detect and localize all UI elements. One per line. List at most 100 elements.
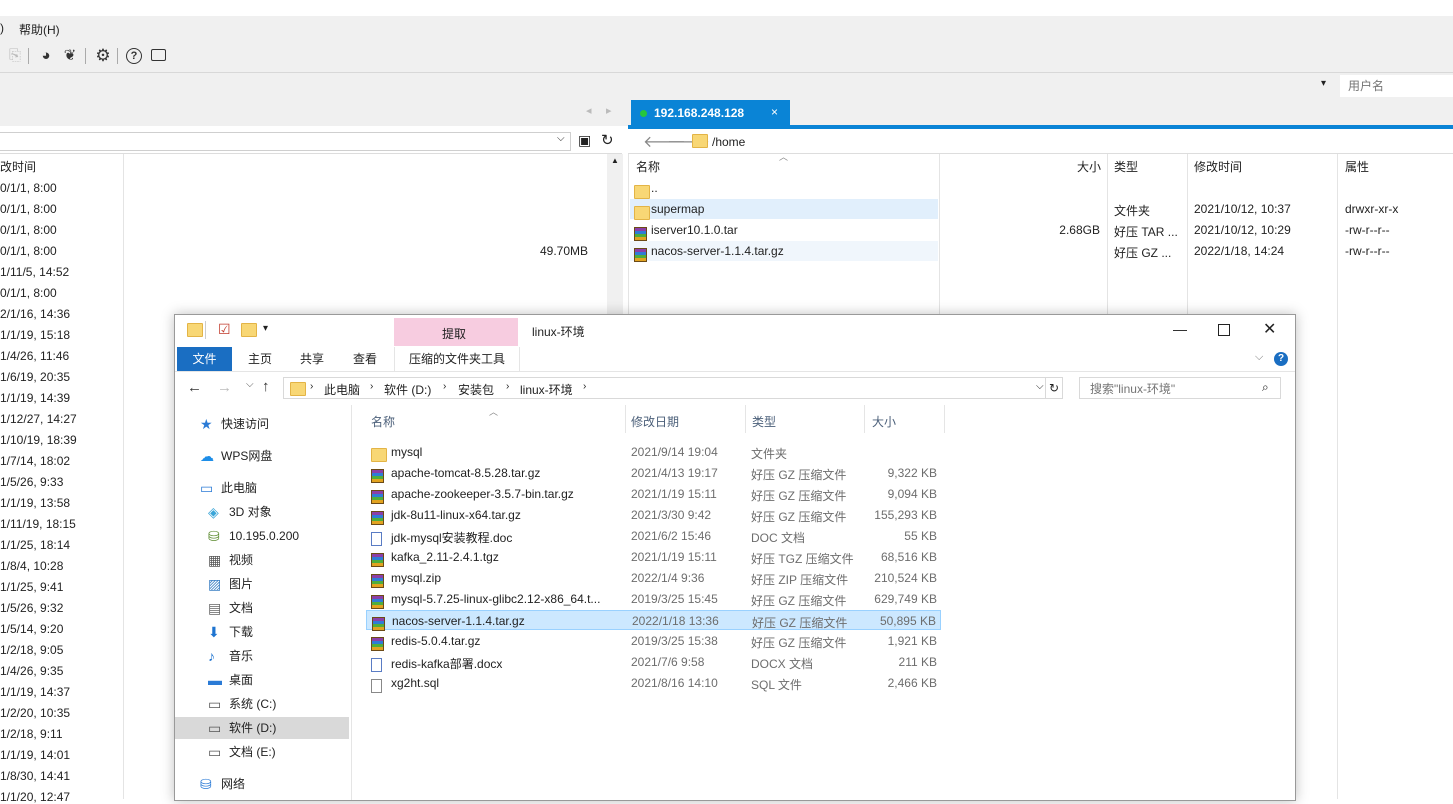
local-row-mtime[interactable]: 1/4/26, 11:46 xyxy=(0,349,69,363)
local-row-mtime[interactable]: 0/1/1, 8:00 xyxy=(0,181,57,195)
menu-help[interactable]: 帮助(H) xyxy=(19,21,60,38)
path-dropdown-icon[interactable]: ⌵ xyxy=(557,133,565,144)
local-row-mtime[interactable]: 1/1/19, 13:58 xyxy=(0,496,70,510)
remote-col-name[interactable]: 名称 xyxy=(636,158,660,175)
ribbon-expand-icon[interactable]: ⌵ xyxy=(1255,351,1263,364)
tab-remote-host[interactable]: 192.168.248.128 × xyxy=(631,100,790,125)
nav-item-cube[interactable]: ◈ 3D 对象 xyxy=(175,501,349,523)
local-scrollbar[interactable]: ▲ xyxy=(607,154,623,324)
remote-file-row[interactable]: nacos-server-1.1.4.tar.gz 49.70MB 好压 GZ ..… xyxy=(540,241,1390,262)
file-row[interactable]: mysql.zip 2022/1/4 9:36 好压 ZIP 压缩文件 210,524… xyxy=(366,568,941,588)
tab-scroll-left-icon[interactable]: ◂ xyxy=(586,104,592,117)
nav-item-download[interactable]: ⬇ 下载 xyxy=(175,621,349,643)
local-row-mtime[interactable]: 1/5/14, 9:20 xyxy=(0,622,63,636)
pane-divider[interactable] xyxy=(351,405,352,800)
local-row-mtime[interactable]: 0/1/1, 8:00 xyxy=(0,202,57,216)
remote-col-size[interactable]: 大小 xyxy=(1077,158,1101,175)
forward-arrow-icon[interactable]: → xyxy=(217,379,232,396)
column-divider[interactable] xyxy=(625,405,626,433)
local-row-mtime[interactable]: 1/1/25, 18:14 xyxy=(0,538,70,552)
feedback-icon[interactable] xyxy=(150,47,168,65)
breadcrumb-this-pc[interactable]: 此电脑 xyxy=(324,381,360,398)
ribbon-tab-file[interactable]: 文件 xyxy=(177,347,232,371)
file-row[interactable]: redis-kafka部署.docx 2021/7/6 9:58 DOCX 文档 21… xyxy=(366,652,941,672)
local-row-mtime[interactable]: 1/2/18, 9:11 xyxy=(0,727,63,741)
remote-file-row[interactable]: iserver10.1.0.tar 2.68GB 好压 TAR ... 2021/10… xyxy=(630,220,1450,241)
bird-icon[interactable]: ❦ xyxy=(61,47,79,65)
tab-scroll-right-icon[interactable]: ▸ xyxy=(606,104,612,117)
breadcrumb-chevron-icon[interactable]: › xyxy=(370,381,373,392)
help-icon[interactable]: ? xyxy=(125,47,143,65)
col-size[interactable]: 大小 xyxy=(872,413,896,430)
nav-item-cloud[interactable]: ☁ WPS网盘 xyxy=(175,445,349,467)
breadcrumb-chevron-icon[interactable]: › xyxy=(310,381,313,392)
close-icon[interactable]: ✕ xyxy=(1263,319,1276,339)
local-row-mtime[interactable]: 1/2/18, 9:05 xyxy=(0,643,63,657)
nav-item-picture[interactable]: ▨ 图片 xyxy=(175,573,349,595)
browser-icon[interactable]: ◕ xyxy=(37,47,55,65)
nav-item-drive[interactable]: ▭ 软件 (D:) xyxy=(175,717,349,739)
remote-col-type[interactable]: 类型 xyxy=(1114,158,1138,175)
breadcrumb-chevron-icon[interactable]: › xyxy=(443,381,446,392)
username-input[interactable] xyxy=(1340,75,1453,97)
local-row-mtime[interactable]: 1/7/14, 18:02 xyxy=(0,454,70,468)
nav-item-star[interactable]: ★ 快速访问 xyxy=(175,413,349,435)
remote-file-row[interactable]: supermap 文件夹 2021/10/12, 10:37 drwxr-xr-x xyxy=(630,199,1398,220)
local-row-mtime[interactable]: 1/1/25, 9:41 xyxy=(0,580,63,594)
file-row[interactable]: apache-tomcat-8.5.28.tar.gz 2021/4/13 19:… xyxy=(366,463,941,483)
local-row-mtime[interactable]: 0/1/1, 8:00 xyxy=(0,286,57,300)
quick-access-dropdown-icon[interactable]: ▾ xyxy=(263,323,268,334)
nav-item-network[interactable]: ⛁ 网络 xyxy=(175,773,349,795)
col-date[interactable]: 修改日期 xyxy=(631,413,679,430)
file-row[interactable]: redis-5.0.4.tar.gz 2019/3/25 15:38 好压 GZ 压… xyxy=(366,631,941,651)
tab-close-icon[interactable]: × xyxy=(771,105,778,119)
file-row[interactable]: jdk-8u11-linux-x64.tar.gz 2021/3/30 9:42 好… xyxy=(366,505,941,525)
local-row-mtime[interactable]: 1/1/19, 14:37 xyxy=(0,685,70,699)
back-arrow-icon[interactable]: ← xyxy=(187,379,202,396)
nav-item-document[interactable]: ▤ 文档 xyxy=(175,597,349,619)
local-row-mtime[interactable]: 1/5/26, 9:33 xyxy=(0,475,63,489)
address-bar[interactable]: › 此电脑 › 软件 (D:) › 安装包 › linux-环境 › ⌵ xyxy=(283,377,1063,399)
file-row[interactable]: kafka_2.11-2.4.1.tgz 2021/1/19 15:11 好压 TG… xyxy=(366,547,941,567)
local-path-input[interactable] xyxy=(0,132,571,151)
recent-dropdown-icon[interactable]: ⌵ xyxy=(246,379,254,390)
copy-icon[interactable]: ⎘ xyxy=(6,47,24,65)
nav-item-network-drive[interactable]: ⛁ 10.195.0.200 xyxy=(175,525,349,547)
col-type[interactable]: 类型 xyxy=(752,413,776,430)
refresh-icon[interactable]: ↻ xyxy=(1045,377,1063,399)
refresh-icon[interactable]: ↻ xyxy=(601,131,614,149)
properties-icon[interactable]: ☑ xyxy=(218,321,231,338)
nav-item-desktop[interactable]: ▬ 桌面 xyxy=(175,669,349,691)
up-arrow-icon[interactable]: ↑ xyxy=(262,378,270,395)
search-box[interactable]: ⌕ xyxy=(1079,377,1281,399)
file-row[interactable]: nacos-server-1.1.4.tar.gz 2022/1/18 13:36… xyxy=(366,610,941,631)
breadcrumb-drive-d[interactable]: 软件 (D:) xyxy=(384,381,431,398)
breadcrumb-chevron-icon[interactable]: › xyxy=(583,381,586,392)
ribbon-tab-zip-tools[interactable]: 压缩的文件夹工具 xyxy=(394,347,520,371)
nav-item-computer[interactable]: ▭ 此电脑 xyxy=(175,477,349,499)
open-folder-icon[interactable]: ▣ xyxy=(578,132,591,149)
local-row-mtime[interactable]: 1/11/5, 14:52 xyxy=(0,265,69,279)
column-divider[interactable] xyxy=(864,405,865,433)
local-row-mtime[interactable]: 1/4/26, 9:35 xyxy=(0,664,63,678)
local-row-mtime[interactable]: 1/1/19, 15:18 xyxy=(0,328,70,342)
search-input[interactable] xyxy=(1088,379,1262,399)
ribbon-tab-share[interactable]: 共享 xyxy=(293,347,331,371)
nav-item-drive[interactable]: ▭ 文档 (E:) xyxy=(175,741,349,763)
search-icon[interactable]: ⌕ xyxy=(1262,380,1269,395)
file-row[interactable]: jdk-mysql安装教程.doc 2021/6/2 15:46 DOC 文档 55 … xyxy=(366,526,941,546)
nav-item-music[interactable]: ♪ 音乐 xyxy=(175,645,349,667)
local-row-mtime[interactable]: 1/2/20, 10:35 xyxy=(0,706,70,720)
local-row-mtime[interactable]: 2/1/16, 14:36 xyxy=(0,307,70,321)
remote-file-row[interactable]: .. xyxy=(630,178,1450,199)
local-row-mtime[interactable]: 0/1/1, 8:00 xyxy=(0,244,57,258)
column-divider[interactable] xyxy=(745,405,746,433)
breadcrumb-linux-env[interactable]: linux-环境 xyxy=(520,381,573,398)
breadcrumb-chevron-icon[interactable]: › xyxy=(506,381,509,392)
local-row-mtime[interactable]: 1/1/20, 12:47 xyxy=(0,790,70,804)
local-row-mtime[interactable]: 1/5/26, 9:32 xyxy=(0,601,63,615)
file-row[interactable]: xg2ht.sql 2021/8/16 14:10 SQL 文件 2,466 KB xyxy=(366,673,941,693)
ribbon-tab-home[interactable]: 主页 xyxy=(241,347,279,371)
file-row[interactable]: mysql-5.7.25-linux-glibc2.12-x86_64.t...… xyxy=(366,589,941,609)
settings-icon[interactable]: ⚙ xyxy=(94,47,112,65)
